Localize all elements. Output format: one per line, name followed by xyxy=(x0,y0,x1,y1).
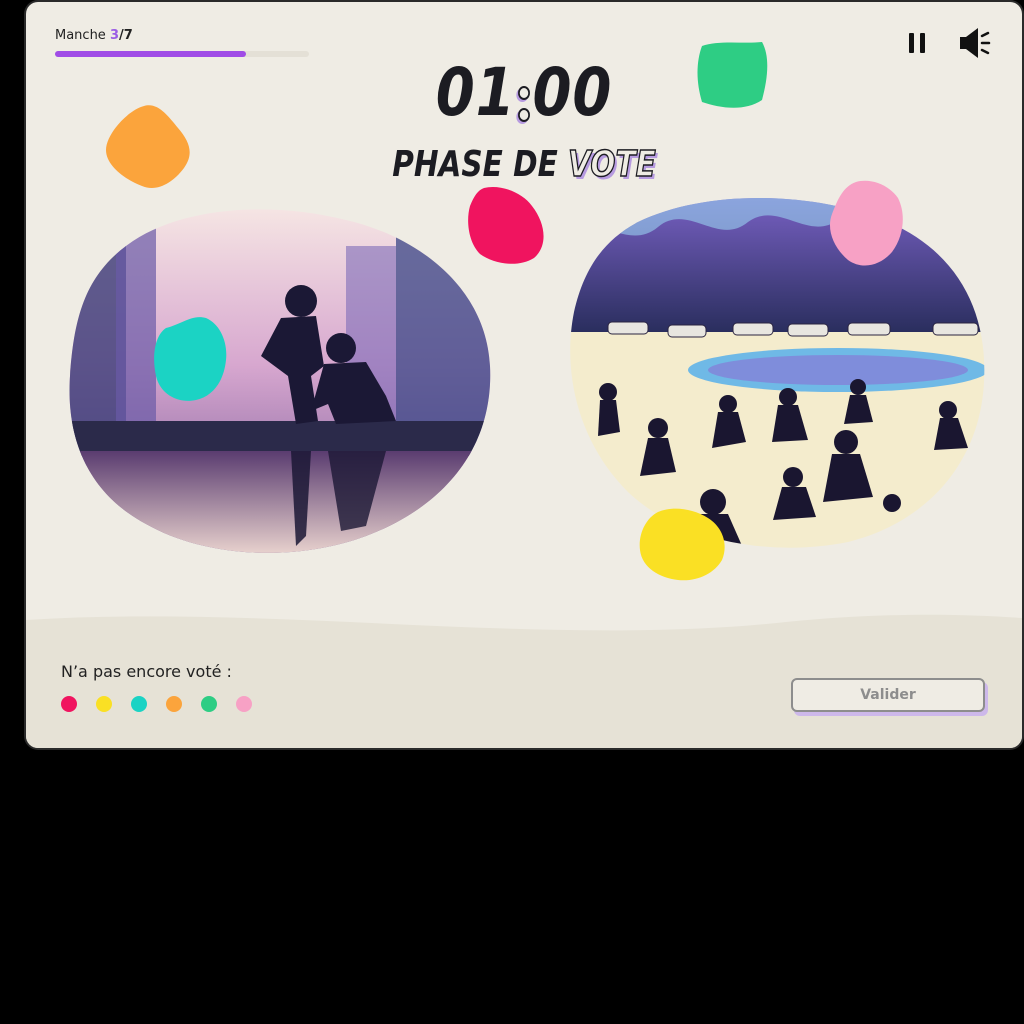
player-dot xyxy=(201,696,217,712)
not-voted-players xyxy=(61,696,252,712)
validate-button[interactable]: Valider xyxy=(791,678,985,712)
green-player-blob xyxy=(697,42,768,108)
pink-player-blob xyxy=(829,180,903,266)
player-dot xyxy=(96,696,112,712)
player-dot xyxy=(166,696,182,712)
speaker-icon xyxy=(960,28,991,58)
pause-button[interactable] xyxy=(904,30,930,56)
yellow-player-blob xyxy=(639,508,725,581)
round-indicator: Manche 3/7 xyxy=(55,28,133,43)
vote-option-right-image[interactable] xyxy=(568,192,988,548)
vote-option-left-image[interactable] xyxy=(66,206,494,560)
phase-title: PHASE DE VOTE xyxy=(392,143,656,186)
not-voted-label: N’a pas encore voté : xyxy=(61,662,232,681)
pause-icon xyxy=(909,33,925,53)
player-dot xyxy=(131,696,147,712)
red-player-blob xyxy=(468,186,544,264)
timer-minutes: 01 xyxy=(435,54,516,131)
player-dot xyxy=(61,696,77,712)
cyan-player-blob xyxy=(154,317,227,401)
timer-colon xyxy=(516,66,533,128)
game-window: Manche 3/7 01 00 PHASE DE VOTE N’a pas e… xyxy=(26,2,1022,748)
sound-button[interactable] xyxy=(956,26,996,60)
timer-seconds: 00 xyxy=(532,54,613,131)
orange-player-blob xyxy=(106,105,190,188)
countdown-timer: 01 00 xyxy=(101,54,948,131)
player-dot xyxy=(236,696,252,712)
